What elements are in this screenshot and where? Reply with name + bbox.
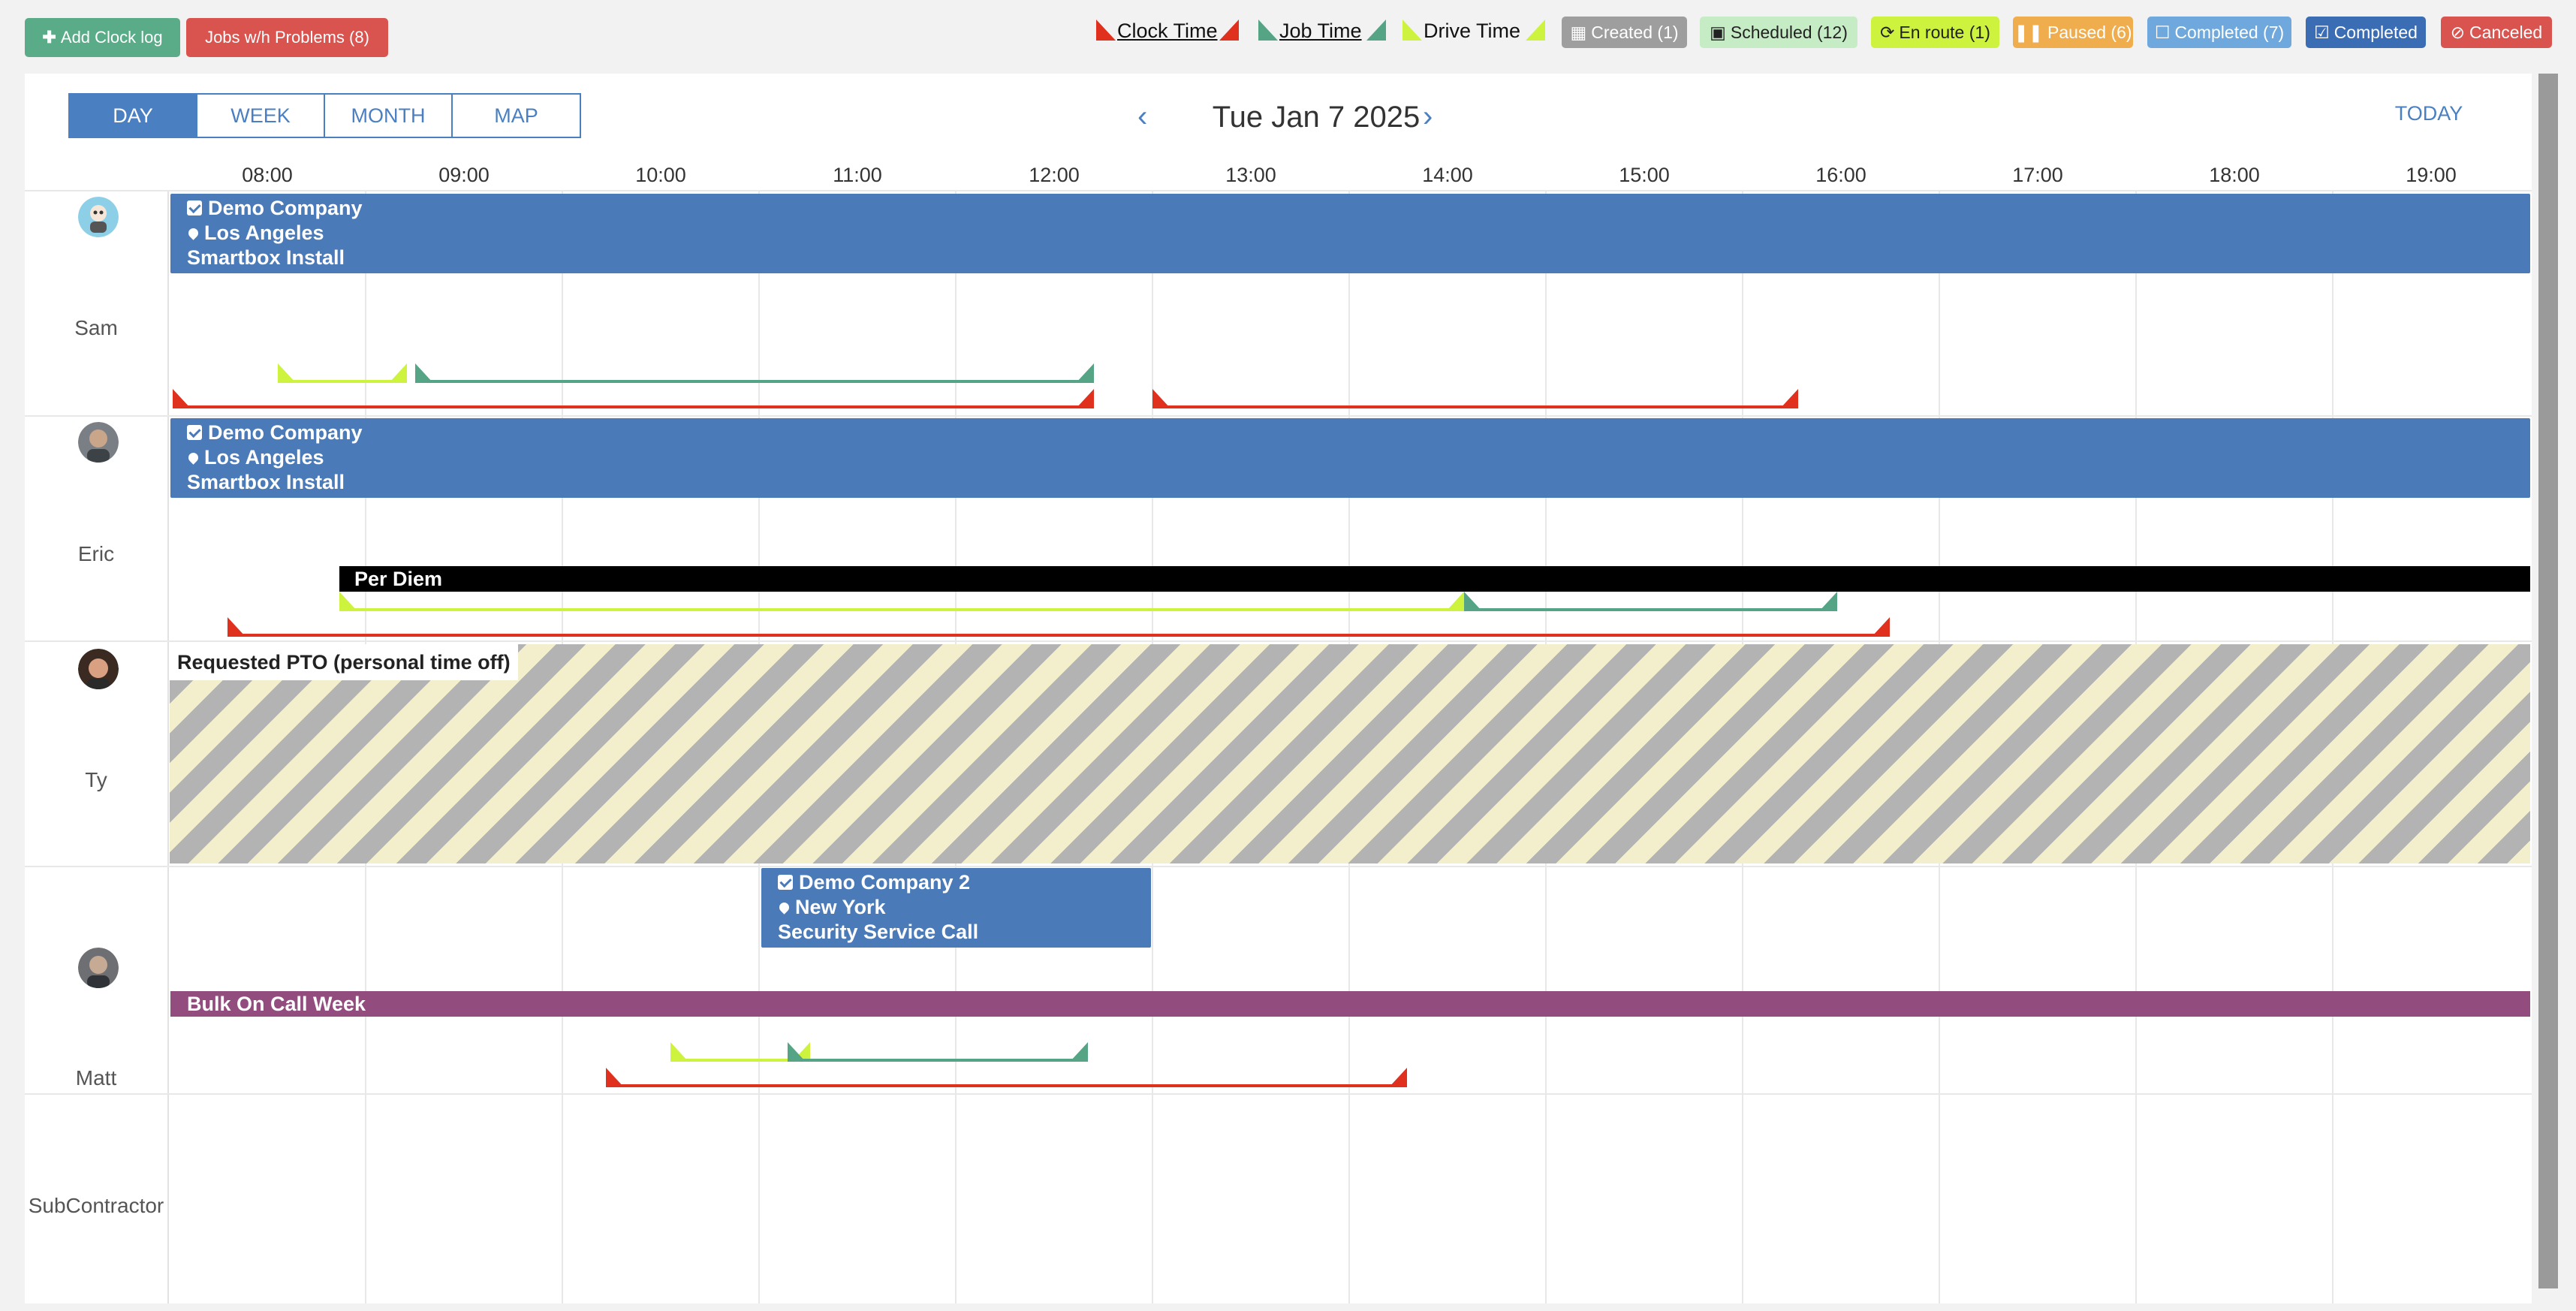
map-pin-icon bbox=[186, 451, 200, 465]
drive-start-marker-icon bbox=[1402, 20, 1422, 41]
checkbox-icon bbox=[778, 875, 793, 890]
avatar bbox=[78, 649, 119, 689]
ban-icon: ⊘ bbox=[2450, 23, 2466, 42]
drive-end-marker-icon bbox=[1446, 592, 1464, 611]
resource-name: Sam bbox=[74, 316, 118, 339]
avatar bbox=[78, 422, 119, 463]
prev-day-chevron-icon[interactable]: ‹ bbox=[1137, 98, 1147, 135]
status-scheduled-badge[interactable]: ▣ Scheduled (12) bbox=[1700, 17, 1857, 48]
hour-label: 11:00 bbox=[833, 164, 882, 186]
hour-label: 10:00 bbox=[635, 164, 686, 186]
row-divider bbox=[25, 190, 2532, 191]
clock-end-marker-icon bbox=[1872, 617, 1890, 637]
pause-icon: ❚❚ bbox=[2014, 23, 2044, 42]
hour-label: 13:00 bbox=[1225, 164, 1276, 186]
clock-time-bar[interactable] bbox=[1152, 405, 1798, 408]
row-divider bbox=[25, 415, 2532, 417]
checkbox-icon bbox=[187, 200, 202, 215]
clock-start-marker-icon bbox=[1096, 20, 1116, 41]
job-event-card[interactable]: Demo Company Los Angeles Smartbox Instal… bbox=[170, 194, 2530, 273]
status-completed-count-badge[interactable]: ☐ Completed (7) bbox=[2147, 17, 2291, 48]
clock-time-bar[interactable] bbox=[227, 634, 1890, 637]
on-call-bar[interactable]: Bulk On Call Week bbox=[170, 991, 2530, 1017]
job-event-card[interactable]: Demo Company Los Angeles Smartbox Instal… bbox=[170, 418, 2530, 498]
top-toolbar: ✚ Add Clock log Jobs w/h Problems (8) Cl… bbox=[0, 0, 2576, 74]
tab-map[interactable]: MAP bbox=[451, 93, 581, 138]
legend-clock-time[interactable]: Clock Time bbox=[1096, 17, 1239, 45]
job-end-marker-icon bbox=[1076, 363, 1094, 383]
job-end-marker-icon bbox=[1819, 592, 1837, 611]
resource-column-divider bbox=[167, 190, 169, 1303]
job-time-bar[interactable] bbox=[788, 1059, 1088, 1062]
calendar-check-icon: ▣ bbox=[1710, 23, 1726, 42]
status-en-route-badge[interactable]: ⟳ En route (1) bbox=[1871, 17, 1999, 48]
calendar-icon: ▦ bbox=[1570, 23, 1587, 42]
status-created-badge[interactable]: ▦ Created (1) bbox=[1562, 17, 1687, 48]
checkbox-icon bbox=[187, 425, 202, 440]
status-completed-badge[interactable]: ☑ Completed bbox=[2306, 17, 2426, 48]
tab-week[interactable]: WEEK bbox=[196, 93, 325, 138]
plus-icon: ✚ bbox=[42, 28, 61, 47]
map-pin-icon bbox=[777, 900, 791, 915]
checkbox-icon: ☑ bbox=[2314, 23, 2330, 42]
avatar bbox=[78, 197, 119, 237]
status-paused-badge[interactable]: ❚❚ Paused (6) bbox=[2013, 17, 2133, 48]
today-button[interactable]: TODAY bbox=[2384, 102, 2474, 125]
resource-name: SubContractor bbox=[28, 1194, 164, 1217]
drive-time-bar[interactable] bbox=[278, 380, 407, 383]
jobs-with-problems-button[interactable]: Jobs w/h Problems (8) bbox=[186, 18, 388, 57]
resource-name: Eric bbox=[77, 542, 115, 565]
job-time-bar[interactable] bbox=[1464, 608, 1837, 611]
hour-label: 15:00 bbox=[1619, 164, 1670, 186]
job-end-marker-icon bbox=[1070, 1042, 1088, 1062]
calendar-panel: DAY WEEK MONTH MAP ‹ Tue Jan 7 2025 › TO… bbox=[25, 74, 2532, 1303]
status-canceled-badge[interactable]: ⊘ Canceled bbox=[2441, 17, 2552, 48]
clock-end-marker-icon bbox=[1076, 389, 1094, 408]
clock-end-marker-icon bbox=[1780, 389, 1798, 408]
row-divider bbox=[25, 866, 2532, 867]
refresh-icon: ⟳ bbox=[1880, 23, 1895, 42]
pto-label: Requested PTO (personal time off) bbox=[170, 644, 518, 680]
hour-label: 08:00 bbox=[242, 164, 293, 186]
hour-label: 19:00 bbox=[2406, 164, 2457, 186]
row-divider bbox=[25, 1093, 2532, 1095]
legend-drive-time[interactable]: Drive Time bbox=[1402, 17, 1545, 45]
add-clock-log-button[interactable]: ✚ Add Clock log bbox=[25, 18, 180, 57]
clock-time-bar[interactable] bbox=[173, 405, 1094, 408]
date-title: Tue Jan 7 2025 bbox=[1212, 101, 1421, 134]
hour-label: 18:00 bbox=[2209, 164, 2260, 186]
drive-time-bar[interactable] bbox=[339, 608, 1464, 611]
legend-job-time[interactable]: Job Time bbox=[1258, 17, 1386, 45]
clock-end-marker-icon bbox=[1219, 20, 1239, 41]
per-diem-bar[interactable]: Per Diem bbox=[339, 566, 2530, 592]
clock-time-bar[interactable] bbox=[606, 1084, 1407, 1087]
square-icon: ☐ bbox=[2154, 23, 2171, 42]
hour-label: 17:00 bbox=[2012, 164, 2063, 186]
resource-name: Ty bbox=[85, 768, 107, 791]
vertical-scrollbar[interactable] bbox=[2538, 74, 2558, 1288]
hour-label: 14:00 bbox=[1422, 164, 1473, 186]
hour-label: 12:00 bbox=[1029, 164, 1080, 186]
hour-label: 09:00 bbox=[438, 164, 490, 186]
drive-end-marker-icon bbox=[389, 363, 407, 383]
pto-event-block[interactable] bbox=[170, 644, 2530, 863]
job-start-marker-icon bbox=[1258, 20, 1278, 41]
hour-label: 16:00 bbox=[1815, 164, 1866, 186]
job-time-bar[interactable] bbox=[415, 380, 1094, 383]
tab-day[interactable]: DAY bbox=[68, 93, 197, 138]
job-event-card[interactable]: Demo Company 2 New York Security Service… bbox=[761, 868, 1151, 948]
map-pin-icon bbox=[186, 226, 200, 240]
resource-name: Matt bbox=[75, 1066, 117, 1089]
clock-end-marker-icon bbox=[1389, 1068, 1407, 1087]
avatar bbox=[78, 948, 119, 988]
next-day-chevron-icon[interactable]: › bbox=[1423, 98, 1433, 135]
row-divider bbox=[25, 640, 2532, 642]
tab-month[interactable]: MONTH bbox=[324, 93, 453, 138]
drive-end-marker-icon bbox=[1526, 20, 1545, 41]
job-end-marker-icon bbox=[1366, 20, 1386, 41]
